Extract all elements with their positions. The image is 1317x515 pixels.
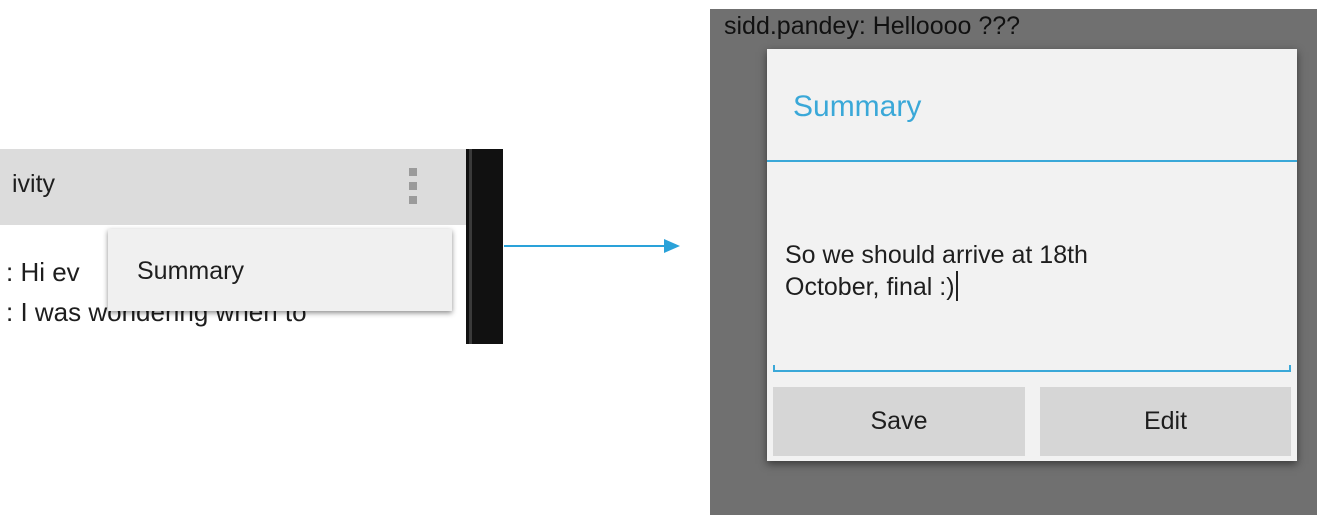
edit-button[interactable]: Edit bbox=[1040, 387, 1291, 456]
save-button[interactable]: Save bbox=[773, 387, 1025, 456]
summary-dialog: Summary So we should arrive at 18th Octo… bbox=[767, 49, 1297, 461]
overflow-menu-icon[interactable] bbox=[407, 168, 419, 208]
text-cursor bbox=[955, 271, 958, 301]
action-bar: ivity bbox=[0, 149, 466, 225]
dialog-title: Summary bbox=[793, 90, 922, 123]
summary-text-line1: So we should arrive at 18th bbox=[785, 241, 1088, 269]
background-chat-message: sidd.pandey: Helloooo ??? bbox=[724, 12, 1021, 40]
summary-text-line2: October, final :) bbox=[785, 273, 955, 301]
action-bar-title: ivity bbox=[12, 170, 56, 198]
summary-text-field[interactable]: So we should arrive at 18th October, fin… bbox=[785, 240, 1265, 303]
arrow-head-icon bbox=[664, 239, 680, 253]
overflow-popup-menu: Summary bbox=[108, 229, 452, 311]
arrow-line bbox=[504, 245, 666, 247]
text-field-underline bbox=[773, 365, 1291, 372]
right-screenshot: sidd.pandey: Helloooo ??? Summary So we … bbox=[710, 9, 1317, 515]
left-screenshot-crop: ivity : Hi ev : I was wondering when to … bbox=[0, 149, 503, 344]
screen-edge bbox=[466, 149, 503, 344]
chat-message: : Hi ev bbox=[6, 257, 80, 287]
dialog-title-divider bbox=[767, 160, 1297, 162]
menu-item-summary[interactable]: Summary bbox=[137, 257, 244, 286]
